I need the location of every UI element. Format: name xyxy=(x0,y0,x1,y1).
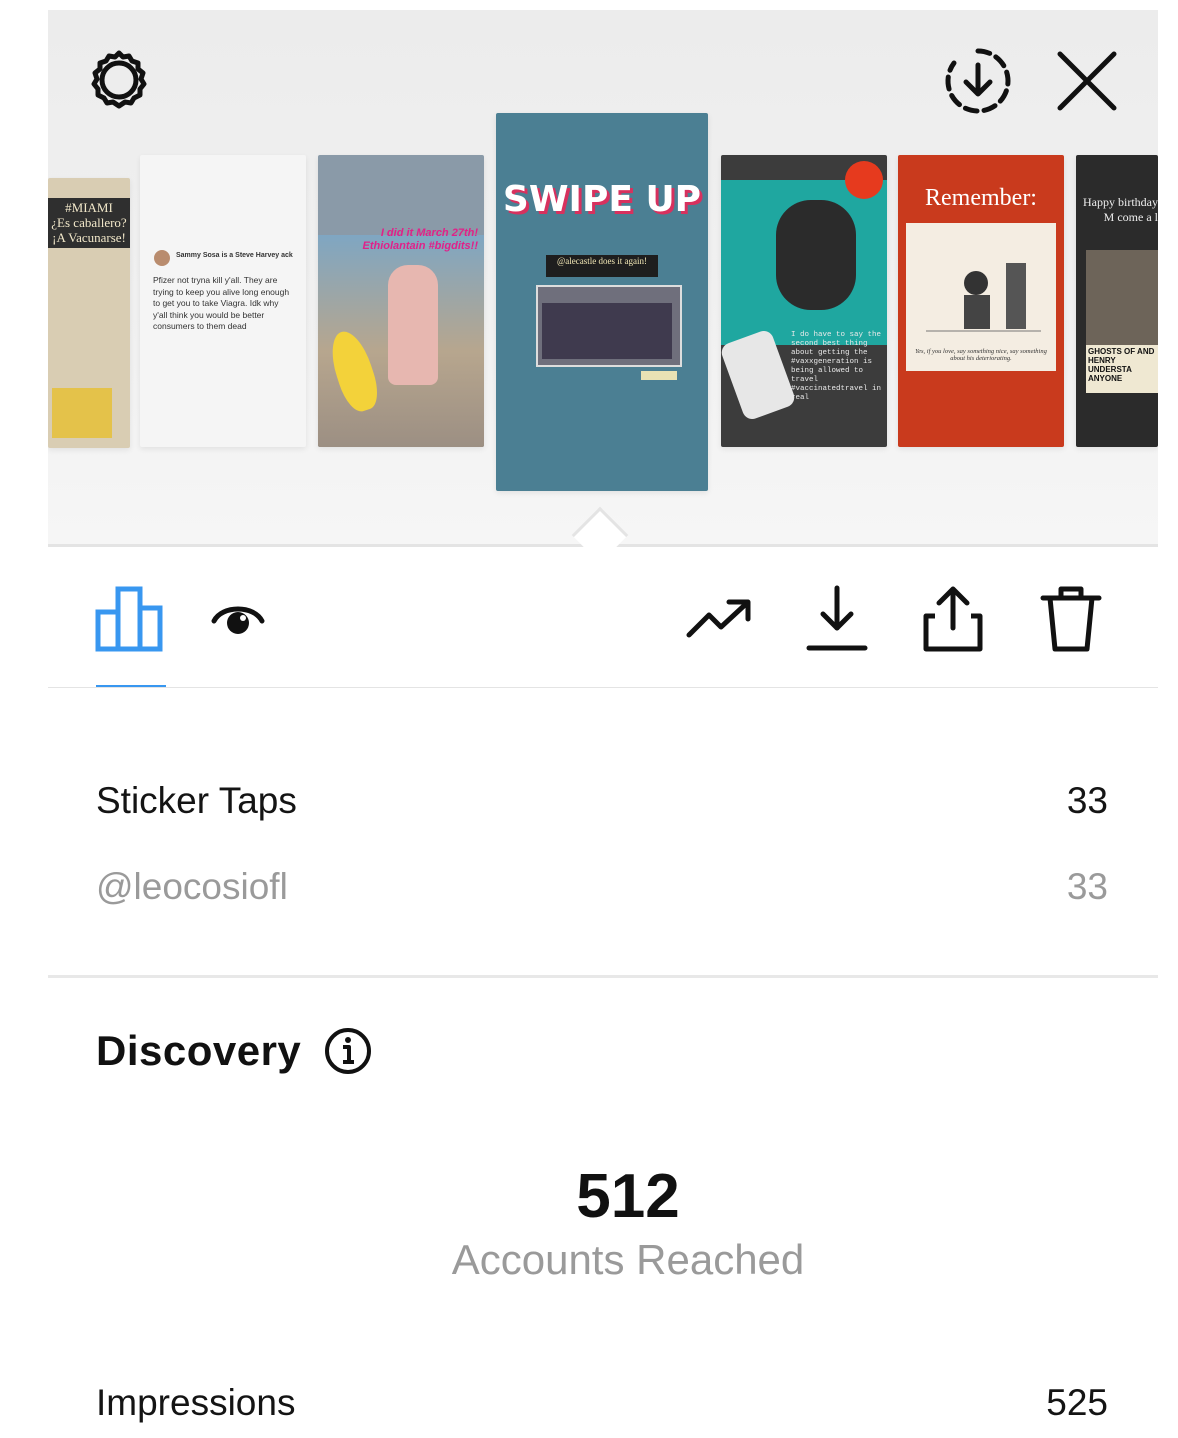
story-caption: Yes, if you love, say something nice, sa… xyxy=(915,348,1047,362)
story-text: #MIAMI ¿Es caballero? ¡A Vacunarse! xyxy=(51,200,127,245)
sticker-taps-label: Sticker Taps xyxy=(96,780,297,821)
story-thumbnail[interactable]: #MIAMI ¿Es caballero? ¡A Vacunarse! xyxy=(48,178,130,448)
info-icon[interactable] xyxy=(323,1026,373,1076)
story-actions-toolbar xyxy=(48,565,1158,687)
section-title: Discovery xyxy=(96,1027,302,1074)
story-headline: Remember: xyxy=(925,185,1037,211)
story-poster-text: GHOSTS OF AND HENRY UNDERSTA ANYONE xyxy=(1086,345,1158,393)
story-thumbnail[interactable]: I did it March 27th! Ethiolantain #bigdi… xyxy=(318,155,484,447)
story-headline: SWIPE UP xyxy=(502,179,702,220)
download-icon[interactable] xyxy=(802,579,872,659)
mention-value: 33 xyxy=(1066,866,1108,907)
avatar xyxy=(154,250,170,266)
story-text: I did it March 27th! Ethiolantain #bigdi… xyxy=(362,227,479,252)
eye-icon[interactable] xyxy=(202,579,274,659)
mention-row[interactable]: @leocosiofl 33 xyxy=(96,866,1108,908)
story-thumbnail[interactable]: Remember: Yes, if you love, say somethin… xyxy=(898,155,1064,447)
story-thumbnail-selected[interactable]: SWIPE UP @alecastle does it again! xyxy=(496,113,708,491)
close-icon[interactable] xyxy=(1050,44,1124,118)
accounts-reached: 512 Accounts Reached xyxy=(48,1162,1158,1284)
impressions-row: Impressions 525 xyxy=(96,1382,1108,1424)
divider xyxy=(48,975,1158,978)
divider xyxy=(48,687,1158,688)
settings-icon[interactable] xyxy=(82,44,156,118)
share-icon[interactable] xyxy=(918,579,988,659)
story-insights-screen: #MIAMI ¿Es caballero? ¡A Vacunarse! Samm… xyxy=(48,10,1158,1438)
discovery-header: Discovery xyxy=(96,1026,373,1076)
download-circle-icon[interactable] xyxy=(938,44,1018,118)
trending-up-icon[interactable] xyxy=(680,579,760,659)
story-author: Sammy Sosa is a Steve Harvey ack xyxy=(176,252,293,259)
insights-tab-icon[interactable] xyxy=(92,579,168,659)
story-text: Pfizer not tryna kill y'all. They are tr… xyxy=(153,275,290,331)
impressions-value: 525 xyxy=(1046,1382,1108,1423)
story-thumbnail[interactable]: Sammy Sosa is a Steve Harvey ack Pfizer … xyxy=(140,155,306,447)
story-thumbnail[interactable]: Happy birthday M come a l GHOSTS OF AND … xyxy=(1076,155,1158,447)
sticker-taps-value: 33 xyxy=(1066,780,1108,821)
accounts-reached-label: Accounts Reached xyxy=(451,1236,805,1283)
story-text: I do have to say the second best thing a… xyxy=(791,331,882,402)
impressions-label: Impressions xyxy=(96,1382,296,1423)
story-thumbnail[interactable]: I do have to say the second best thing a… xyxy=(721,155,887,447)
story-caption: @alecastle does it again! xyxy=(546,255,658,277)
sticker-taps-row: Sticker Taps 33 xyxy=(96,780,1108,822)
story-text: Happy birthday M come a l xyxy=(1083,195,1158,224)
mention-handle[interactable]: @leocosiofl xyxy=(96,866,288,908)
accounts-reached-value: 512 xyxy=(576,1162,680,1231)
trash-icon[interactable] xyxy=(1036,579,1106,659)
